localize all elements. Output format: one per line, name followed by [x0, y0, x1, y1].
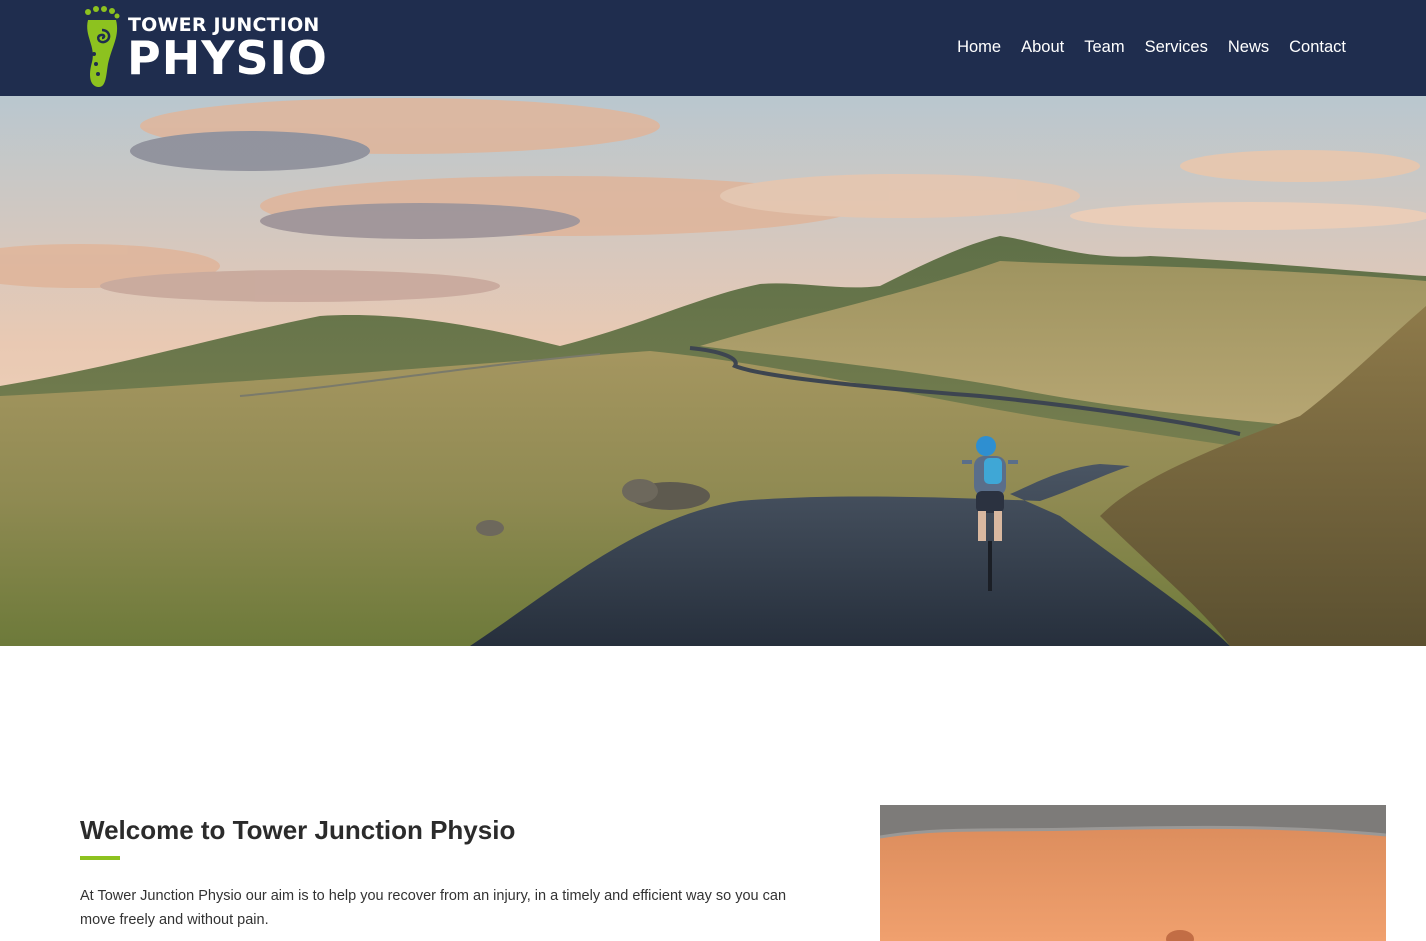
nav-about[interactable]: About	[1021, 36, 1064, 58]
main-nav: Home About Team Services News Contact	[957, 36, 1346, 58]
footprint-spiral-icon	[85, 6, 120, 88]
welcome-body: At Tower Junction Physio our aim is to h…	[80, 888, 787, 928]
nav-team[interactable]: Team	[1084, 36, 1124, 58]
nav-news[interactable]: News	[1228, 36, 1269, 58]
welcome-section: Welcome to Tower Junction Physio At Towe…	[80, 812, 840, 932]
welcome-title: Welcome to Tower Junction Physio	[80, 815, 516, 845]
hero-banner	[0, 96, 1426, 646]
back-treatment-photo	[880, 805, 1386, 941]
title-accent-bar	[80, 856, 120, 860]
brand-name-main: PHYSIO	[127, 31, 328, 85]
site-logo[interactable]: TOWER JUNCTION PHYSIO	[82, 6, 327, 90]
nav-services[interactable]: Services	[1145, 36, 1208, 58]
nav-home[interactable]: Home	[957, 36, 1001, 58]
hero-photo	[0, 96, 1426, 646]
site-header: TOWER JUNCTION PHYSIO Home About Team Se…	[0, 0, 1426, 96]
nav-contact[interactable]: Contact	[1289, 36, 1346, 58]
treatment-photo	[880, 805, 1386, 941]
